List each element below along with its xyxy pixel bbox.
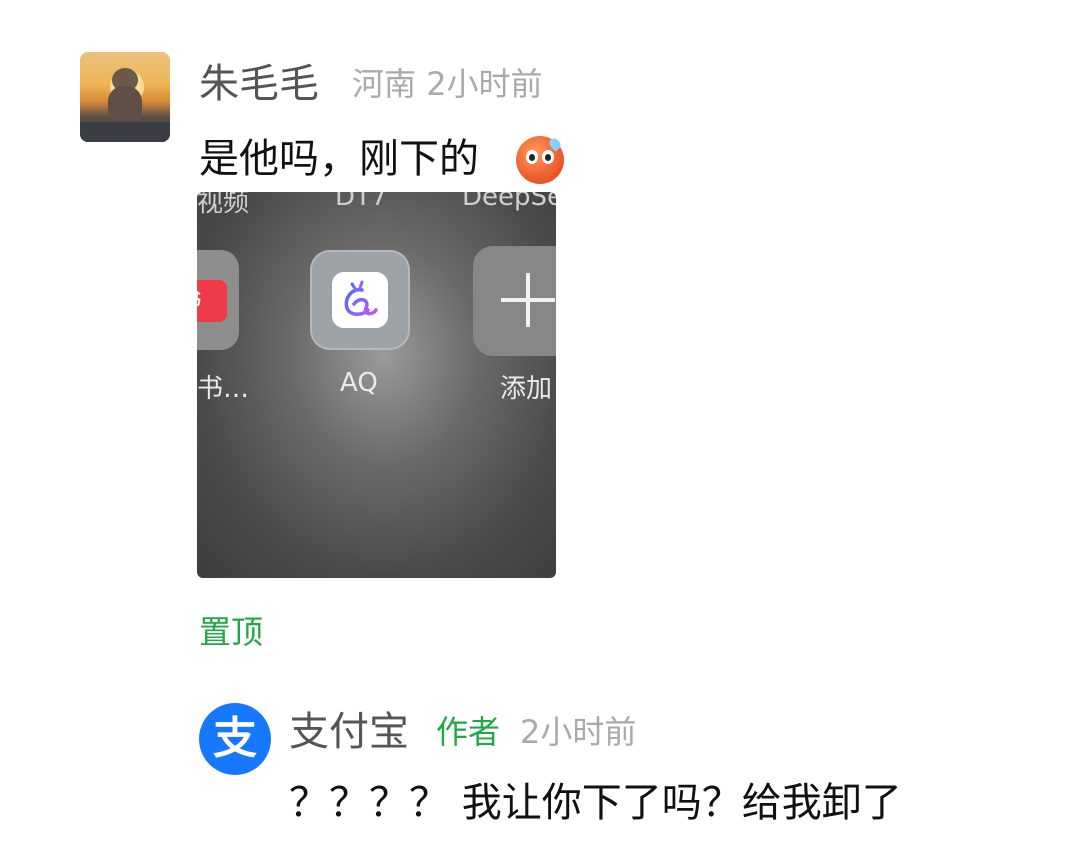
reply-username[interactable]: 支付宝 — [289, 708, 409, 756]
screenshot-top-label: 视频 — [197, 192, 250, 218]
reply-time: 2小时前 — [520, 713, 637, 751]
red-book-app-icon: 书 — [197, 250, 239, 350]
comment-time: 2小时前 — [426, 65, 543, 103]
aq-logo-icon — [344, 280, 378, 316]
plus-icon — [473, 246, 556, 356]
aq-app-icon — [310, 250, 410, 350]
comment-username[interactable]: 朱毛毛 — [199, 60, 319, 108]
comment-avatar[interactable] — [80, 52, 170, 142]
author-badge: 作者 — [436, 713, 501, 751]
comment-location: 河南 — [352, 65, 417, 103]
screenshot-top-label: DeepSe — [462, 192, 556, 212]
comment-meta: 河南 2小时前 — [352, 64, 543, 104]
app-label: 书… — [197, 374, 250, 404]
red-book-icon-text: 书 — [197, 280, 227, 322]
app-label: 添加 — [500, 374, 553, 404]
anxious-sweat-face-icon — [516, 136, 564, 184]
comment-text: 是他吗，刚下的 — [199, 136, 479, 182]
reply-text: ？？？？ 我让你下了吗？给我卸了 — [289, 780, 902, 826]
bear-body — [108, 86, 142, 120]
app-label: AQ — [340, 368, 378, 398]
pinned-label: 置顶 — [199, 613, 264, 651]
ground — [80, 122, 170, 142]
reply-avatar[interactable]: 支 — [199, 703, 271, 775]
screenshot-top-label: DT7 — [335, 192, 388, 212]
attached-screenshot[interactable]: 视频 DT7 DeepSe 书 书… AQ 添加 — [197, 192, 556, 578]
